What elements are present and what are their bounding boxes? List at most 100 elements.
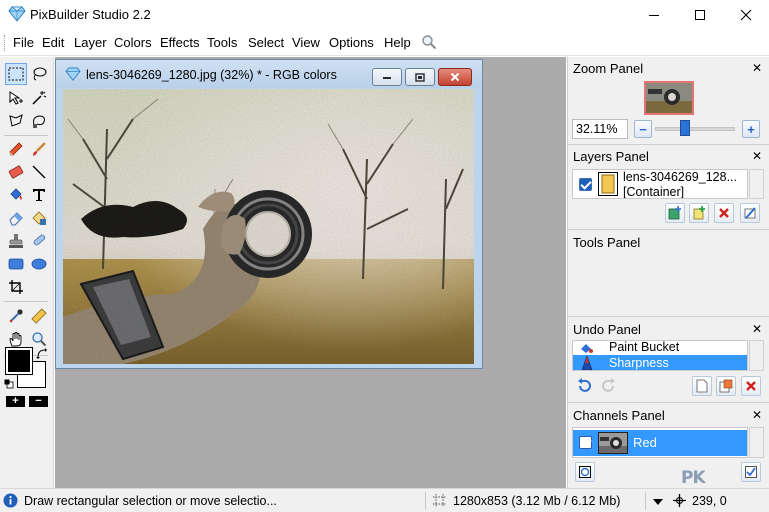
- undo-scrollbar[interactable]: [749, 340, 764, 371]
- document-titlebar[interactable]: lens-3046269_1280.jpg (32%) * - RGB colo…: [56, 60, 482, 88]
- line-tool-icon[interactable]: [28, 161, 50, 183]
- toolbox-separator: [4, 301, 48, 302]
- channel-check-button[interactable]: [741, 462, 761, 482]
- undo-item-sharpness[interactable]: Sharpness: [573, 355, 747, 370]
- cursor-position-icon: [672, 493, 687, 511]
- new-snapshot-button[interactable]: [692, 376, 712, 396]
- layers-panel-close-icon[interactable]: ✕: [752, 149, 762, 163]
- channel-name: Red: [633, 435, 657, 450]
- zoom-preview-thumbnail[interactable]: [644, 81, 694, 115]
- document-close-button[interactable]: [438, 68, 472, 86]
- crop-tool-icon[interactable]: [5, 276, 27, 298]
- magnetic-lasso-icon[interactable]: [28, 110, 50, 132]
- polygon-lasso-icon[interactable]: [5, 110, 27, 132]
- text-tool-icon[interactable]: [28, 184, 50, 206]
- zoom-out-button[interactable]: −: [634, 120, 652, 138]
- menu-layer[interactable]: Layer: [74, 35, 107, 50]
- zoom-in-button[interactable]: +: [742, 120, 760, 138]
- menu-select[interactable]: Select: [248, 35, 284, 50]
- zoom-panel-close-icon[interactable]: ✕: [752, 61, 762, 75]
- app-diamond-icon: [8, 6, 26, 22]
- new-layer-image-button[interactable]: [665, 203, 685, 223]
- channel-selection-button[interactable]: [575, 462, 595, 482]
- photo-artwork: [63, 89, 474, 364]
- rect-select-tool-icon[interactable]: [5, 63, 27, 85]
- fill-pattern-icon[interactable]: [28, 207, 50, 229]
- layers-panel-title: Layers Panel: [573, 149, 649, 164]
- redo-icon[interactable]: [600, 377, 618, 398]
- magic-wand-icon[interactable]: [28, 87, 50, 109]
- menu-view[interactable]: View: [292, 35, 320, 50]
- move-tool-icon[interactable]: [5, 87, 27, 109]
- layers-scrollbar[interactable]: [749, 169, 764, 199]
- title-bar: PixBuilder Studio 2.2: [0, 0, 769, 30]
- layers-list: lens-3046269_128... [Container]: [572, 169, 748, 199]
- undo-list: Paint Bucket Sharpness: [572, 340, 748, 371]
- undo-icon[interactable]: [575, 377, 593, 398]
- menu-options[interactable]: Options: [329, 35, 374, 50]
- undo-panel-close-icon[interactable]: ✕: [752, 322, 762, 336]
- rectangle-shape-icon[interactable]: [5, 253, 27, 275]
- default-colors-icon[interactable]: [4, 377, 14, 392]
- layer-type: [Container]: [623, 185, 685, 199]
- toolbox: + −: [0, 57, 54, 488]
- channel-visibility-checkbox[interactable]: [579, 436, 592, 449]
- maximize-button[interactable]: [677, 0, 723, 30]
- sharpness-icon: [581, 355, 593, 370]
- zoom-value-field[interactable]: 32.11%: [572, 119, 628, 139]
- snapshot-document-button[interactable]: [716, 376, 736, 396]
- channel-row-red[interactable]: Red: [573, 430, 747, 456]
- layer-name[interactable]: lens-3046269_128...: [623, 170, 737, 184]
- pencil-tool-icon[interactable]: [5, 138, 27, 160]
- swap-colors-icon[interactable]: [36, 347, 47, 362]
- hand-tool-icon[interactable]: [5, 328, 27, 350]
- undo-item-paint-bucket[interactable]: Paint Bucket: [573, 341, 747, 355]
- eraser-color-icon[interactable]: [5, 161, 27, 183]
- toolbox-separator: [4, 135, 48, 136]
- menu-tools[interactable]: Tools: [207, 35, 237, 50]
- menu-file[interactable]: File: [13, 35, 34, 50]
- menu-effects[interactable]: Effects: [160, 35, 200, 50]
- eyedropper-icon[interactable]: [5, 305, 27, 327]
- channels-scrollbar[interactable]: [749, 427, 764, 458]
- new-layer-button[interactable]: [689, 203, 709, 223]
- menu-colors[interactable]: Colors: [114, 35, 152, 50]
- cursor-coordinates: 239, 0: [692, 494, 727, 508]
- menu-bar: File Edit Layer Colors Effects Tools Sel…: [0, 30, 769, 56]
- status-separator: [425, 492, 426, 510]
- measure-tool-icon[interactable]: [28, 305, 50, 327]
- search-icon[interactable]: [421, 34, 437, 53]
- layers-panel-header: Layers Panel ✕: [568, 145, 769, 167]
- remove-color-button[interactable]: −: [29, 396, 48, 407]
- delete-history-button[interactable]: [741, 376, 761, 396]
- layer-properties-button[interactable]: [740, 203, 760, 223]
- status-dropdown-icon[interactable]: [652, 495, 664, 510]
- eraser-tool-icon[interactable]: [5, 207, 27, 229]
- channels-panel-close-icon[interactable]: ✕: [752, 408, 762, 422]
- undo-panel-title: Undo Panel: [573, 322, 641, 337]
- layer-visibility-checkbox[interactable]: [579, 178, 592, 191]
- menu-edit[interactable]: Edit: [42, 35, 64, 50]
- ellipse-shape-icon[interactable]: [28, 253, 50, 275]
- zoom-slider-track[interactable]: [655, 127, 735, 131]
- add-color-button[interactable]: +: [6, 396, 25, 407]
- brush-tool-icon[interactable]: [28, 138, 50, 160]
- menu-grip: [4, 35, 6, 51]
- paint-bucket-icon[interactable]: [5, 184, 27, 206]
- clone-stamp-icon[interactable]: [5, 230, 27, 252]
- zoom-slider-thumb[interactable]: [680, 120, 690, 136]
- menu-help[interactable]: Help: [384, 35, 411, 50]
- image-canvas[interactable]: [63, 89, 474, 364]
- document-restore-button[interactable]: [405, 68, 435, 86]
- document-window: lens-3046269_1280.jpg (32%) * - RGB colo…: [55, 59, 483, 369]
- minimize-button[interactable]: [631, 0, 677, 30]
- panel-separator: [568, 229, 769, 230]
- close-button[interactable]: [723, 0, 769, 30]
- document-minimize-button[interactable]: [372, 68, 402, 86]
- foreground-color-swatch[interactable]: [5, 347, 33, 375]
- lasso-tool-icon[interactable]: [28, 63, 50, 85]
- smudge-tool-icon[interactable]: [28, 230, 50, 252]
- channels-list: Red: [572, 427, 748, 458]
- delete-layer-button[interactable]: [714, 203, 734, 223]
- document-diamond-icon: [65, 67, 81, 84]
